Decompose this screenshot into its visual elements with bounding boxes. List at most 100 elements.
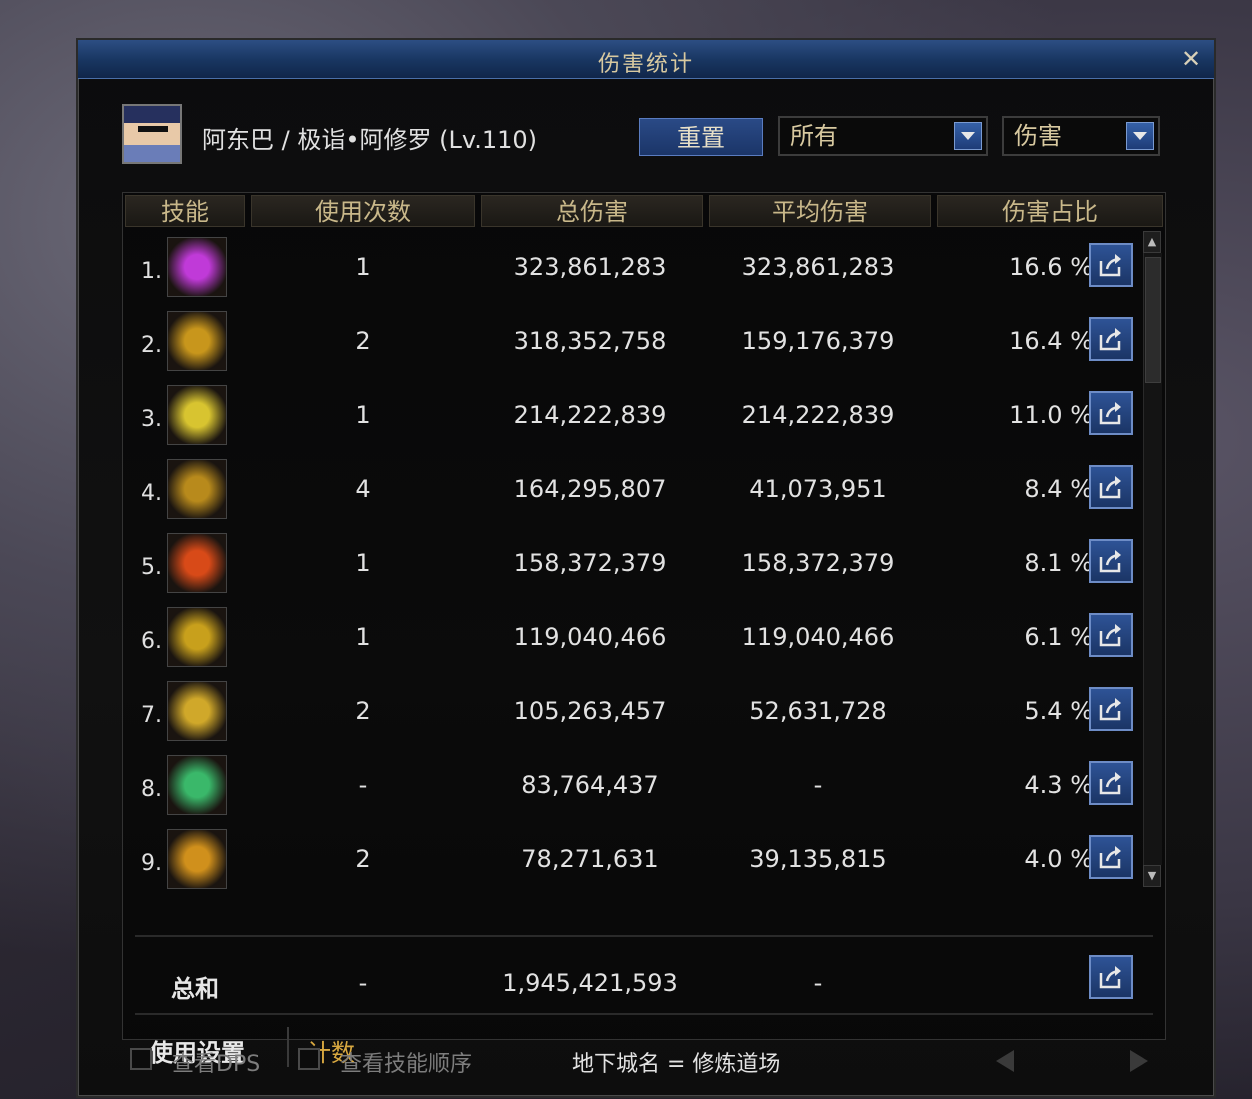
character-avatar [122,104,182,164]
total-damage-cell: 158,372,379 [513,549,667,577]
share-row-button[interactable] [1089,391,1133,435]
summary-total: 1,945,421,593 [502,969,678,997]
character-name: 阿东巴 / 极诣•阿修罗 (Lv.110) [202,126,538,154]
table-row: 1. 1 323,861,283 323,861,283 16.6 % [123,229,1143,303]
damage-ratio-cell: 16.4 % [1009,327,1093,355]
share-row-button[interactable] [1089,761,1133,805]
uses-cell: - [358,771,368,799]
title-bar[interactable]: 伤害统计 ✕ [78,40,1214,79]
filter-select-value: 所有 [790,122,838,150]
divider [135,935,1153,937]
row-number: 8. [141,777,162,802]
table-row: 6. 1 119,040,466 119,040,466 6.1 % [123,599,1143,673]
chevron-down-icon[interactable] [1126,122,1154,150]
damage-ratio-cell: 8.4 % [1024,475,1093,503]
scroll-down-button[interactable]: ▼ [1143,865,1161,887]
column-header-skill: 技能 [125,195,245,227]
lightning-cloud-skill-icon [167,385,227,445]
total-damage-cell: 214,222,839 [513,401,667,429]
row-number: 9. [141,851,162,876]
average-damage-cell: 52,631,728 [749,697,887,725]
total-damage-cell: 105,263,457 [513,697,667,725]
average-damage-cell: - [813,771,823,799]
metric-select[interactable]: 伤害 [1002,116,1160,156]
share-row-button[interactable] [1089,317,1133,361]
average-damage-cell: 119,040,466 [741,623,895,651]
chevron-down-icon[interactable] [954,122,982,150]
share-row-button[interactable] [1089,613,1133,657]
total-damage-cell: 323,861,283 [513,253,667,281]
average-damage-cell: 159,176,379 [741,327,895,355]
row-number: 5. [141,555,162,580]
average-damage-cell: 214,222,839 [741,401,895,429]
reset-button[interactable]: 重置 [639,118,763,156]
previous-arrow-icon[interactable] [990,1046,1020,1076]
average-damage-cell: 158,372,379 [741,549,895,577]
divider [135,1013,1153,1015]
total-damage-cell: 318,352,758 [513,327,667,355]
column-header-uses: 使用次数 [251,195,475,227]
column-header-total: 总伤害 [481,195,703,227]
purple-burst-skill-icon [167,237,227,297]
table-row: 7. 2 105,263,457 52,631,728 5.4 % [123,673,1143,747]
uses-cell: 1 [355,623,371,651]
summary-uses: - [358,969,368,997]
uses-cell: 1 [355,549,371,577]
uses-cell: 2 [355,697,371,725]
average-damage-cell: 41,073,951 [749,475,887,503]
damage-ratio-cell: 16.6 % [1009,253,1093,281]
damage-ratio-cell: 4.3 % [1024,771,1093,799]
golden-ring-skill-icon [167,607,227,667]
share-row-button[interactable] [1089,687,1133,731]
table-row: 8. - 83,764,437 - 4.3 % [123,747,1143,821]
view-dps-label: 查看DPS [172,1052,261,1077]
damage-ratio-cell: 6.1 % [1024,623,1093,651]
golden-arrow-skill-icon [167,459,227,519]
total-damage-cell: 78,271,631 [521,845,659,873]
column-header-ratio: 伤害占比 [937,195,1163,227]
dungeon-name: 地下城名 = 修炼道场 [572,1052,781,1077]
view-dps-checkbox[interactable] [130,1048,152,1070]
table-row: 3. 1 214,222,839 214,222,839 11.0 % [123,377,1143,451]
share-row-button[interactable] [1089,835,1133,879]
row-number: 4. [141,481,162,506]
damage-ratio-cell: 4.0 % [1024,845,1093,873]
filter-select[interactable]: 所有 [778,116,988,156]
table-row: 5. 1 158,372,379 158,372,379 8.1 % [123,525,1143,599]
average-damage-cell: 323,861,283 [741,253,895,281]
golden-crown-skill-icon [167,681,227,741]
summary-label: 总和 [171,975,219,1003]
orange-vortex-skill-icon [167,829,227,889]
share-row-button[interactable] [1089,465,1133,509]
row-number: 1. [141,259,162,284]
view-skill-order-checkbox[interactable] [298,1048,320,1070]
table-row: 9. 2 78,271,631 39,135,815 4.0 % [123,821,1143,895]
uses-cell: 1 [355,401,371,429]
uses-cell: 1 [355,253,371,281]
golden-swirl-skill-icon [167,311,227,371]
share-row-button[interactable] [1089,243,1133,287]
table-row: 2. 2 318,352,758 159,176,379 16.4 % [123,303,1143,377]
average-damage-cell: 39,135,815 [749,845,887,873]
window-title: 伤害统计 [597,52,694,77]
fire-glyph-skill-icon [167,533,227,593]
next-arrow-icon[interactable] [1124,1046,1154,1076]
share-summary-button[interactable] [1089,955,1133,999]
skill-table: 技能 使用次数 总伤害 平均伤害 伤害占比 1. 1 323,861,283 3… [122,192,1166,1067]
total-damage-cell: 119,040,466 [513,623,667,651]
total-damage-cell: 164,295,807 [513,475,667,503]
close-icon[interactable]: ✕ [1178,46,1204,72]
metric-select-value: 伤害 [1014,122,1062,150]
scroll-up-button[interactable]: ▲ [1143,231,1161,253]
total-damage-cell: 83,764,437 [521,771,659,799]
row-number: 7. [141,703,162,728]
table-row: 4. 4 164,295,807 41,073,951 8.4 % [123,451,1143,525]
share-row-button[interactable] [1089,539,1133,583]
row-number: 3. [141,407,162,432]
scrollbar-thumb[interactable] [1145,257,1161,383]
tab-separator [287,1027,289,1067]
summary-average: - [813,969,823,997]
green-lightning-skill-icon [167,755,227,815]
uses-cell: 2 [355,327,371,355]
damage-stats-window: 伤害统计 ✕ 阿东巴 / 极诣•阿修罗 (Lv.110) 重置 所有 伤害 技能… [76,38,1216,1098]
